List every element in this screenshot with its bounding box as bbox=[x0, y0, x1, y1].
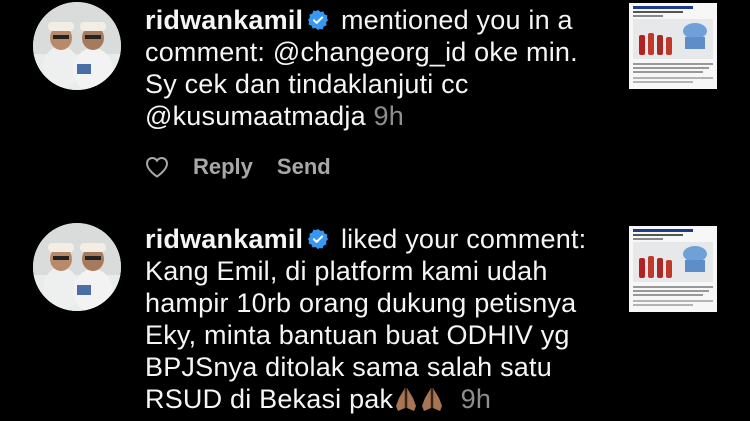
verified-badge-icon bbox=[308, 9, 329, 31]
timestamp: 9h bbox=[460, 384, 492, 414]
timestamp: 9h bbox=[373, 101, 404, 131]
post-thumbnail[interactable] bbox=[629, 226, 717, 312]
avatar[interactable] bbox=[33, 2, 121, 90]
notification-item-mention[interactable]: ridwankamil mentioned you in a comment: … bbox=[0, 0, 750, 205]
heart-outline-icon[interactable] bbox=[145, 156, 169, 178]
username[interactable]: ridwankamil bbox=[145, 5, 303, 35]
avatar-photo-icon bbox=[33, 223, 121, 311]
notification-text: ridwankamil mentioned you in a comment: … bbox=[145, 4, 610, 132]
verified-badge-icon bbox=[308, 228, 329, 250]
post-thumbnail[interactable] bbox=[629, 3, 717, 89]
reply-button[interactable]: Reply bbox=[193, 154, 253, 180]
notification-text: ridwankamil liked your comment: Kang Emi… bbox=[145, 223, 610, 415]
praying-hands-icon bbox=[396, 388, 417, 411]
send-button[interactable]: Send bbox=[277, 154, 331, 180]
notification-item-like[interactable]: ridwankamil liked your comment: Kang Emi… bbox=[0, 215, 750, 421]
avatar-photo-icon bbox=[33, 2, 121, 90]
praying-hands-icon bbox=[422, 388, 443, 411]
username[interactable]: ridwankamil bbox=[145, 224, 303, 254]
article-thumbnail-image bbox=[629, 3, 717, 89]
article-thumbnail-image bbox=[629, 226, 717, 312]
avatar[interactable] bbox=[33, 223, 121, 311]
notification-actions: Reply Send bbox=[145, 152, 355, 182]
